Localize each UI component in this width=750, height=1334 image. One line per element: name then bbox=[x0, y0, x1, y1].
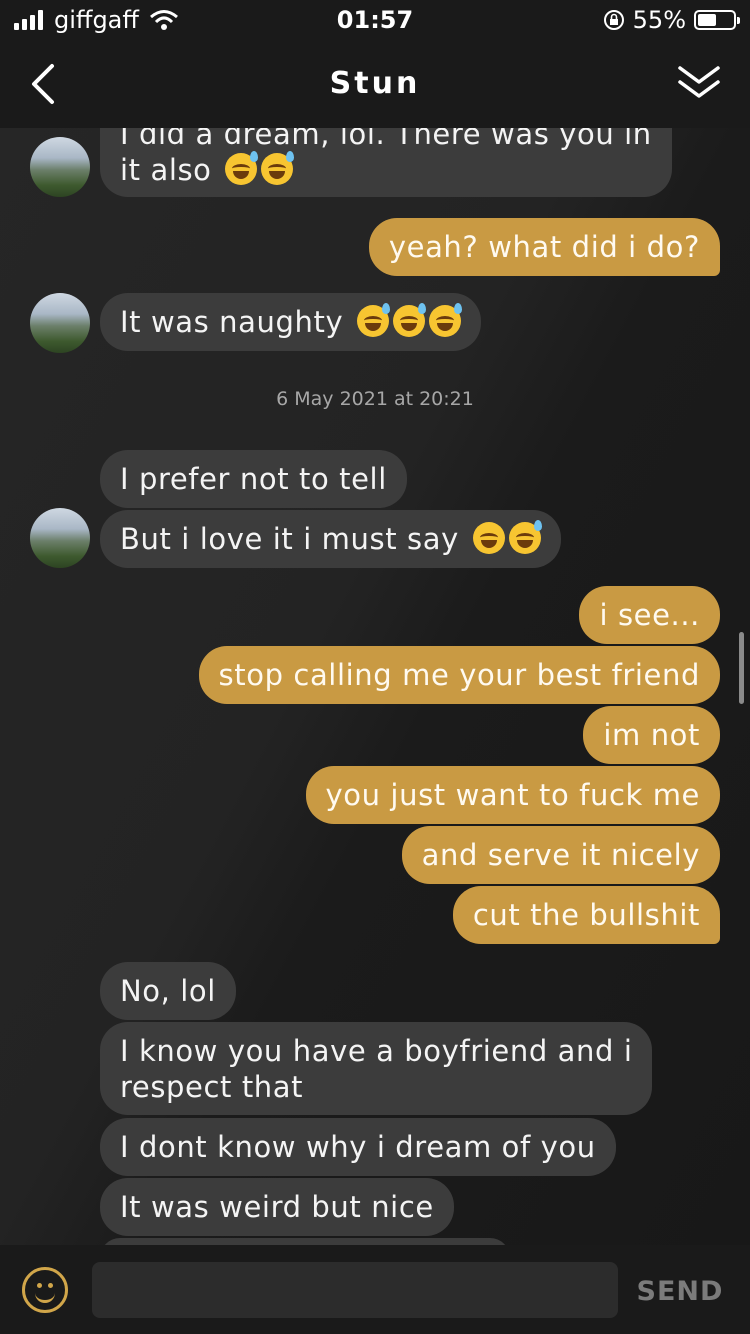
send-button[interactable]: SEND bbox=[630, 1271, 730, 1311]
message-bubble-outgoing[interactable]: im not bbox=[583, 706, 720, 764]
message-text-line: it also bbox=[120, 151, 652, 188]
message-text-line: respect that bbox=[120, 1070, 304, 1104]
message-bubble-outgoing[interactable]: i see... bbox=[579, 586, 720, 644]
avatar[interactable] bbox=[30, 508, 90, 568]
emoji-picker-icon[interactable] bbox=[22, 1267, 68, 1313]
orientation-lock-icon bbox=[603, 10, 624, 30]
grinning-sweat-emoji-icon bbox=[508, 520, 542, 554]
message-text: cut the bullshit bbox=[472, 898, 700, 932]
message-bubble-outgoing[interactable]: stop calling me your best friend bbox=[198, 646, 720, 704]
message-text: you just want to fuck me bbox=[325, 778, 700, 812]
battery-percent: 55% bbox=[632, 6, 686, 34]
nav-bar: Stun bbox=[0, 40, 750, 128]
double-chevron-down-icon[interactable] bbox=[676, 62, 722, 104]
message-bubble-outgoing[interactable]: yeah? what did i do? bbox=[368, 218, 720, 276]
message-list[interactable]: I did a dream, lol. There was you in it … bbox=[0, 128, 750, 1245]
message-bubble-incoming-partial[interactable] bbox=[100, 1238, 510, 1245]
message-text: No, lol bbox=[120, 974, 216, 1008]
message-bubble-outgoing[interactable]: and serve it nicely bbox=[401, 826, 720, 884]
message-text: It was naughty bbox=[120, 305, 344, 339]
avatar[interactable] bbox=[30, 137, 90, 197]
message-bubble-incoming[interactable]: I prefer not to tell bbox=[100, 450, 407, 508]
message-text: I dont know why i dream of you bbox=[120, 1130, 596, 1164]
message-bubble-incoming[interactable]: I know you have a boyfriend and i respec… bbox=[100, 1022, 653, 1115]
message-text: I know you have a boyfriend and i bbox=[120, 1034, 633, 1068]
message-text: stop calling me your best friend bbox=[218, 658, 700, 692]
status-right: 55% bbox=[603, 6, 740, 34]
message-bubble-outgoing[interactable]: cut the bullshit bbox=[452, 886, 720, 944]
message-text: But i love it i must say bbox=[120, 522, 459, 556]
scrollbar[interactable] bbox=[739, 632, 744, 704]
grinning-sweat-emoji-icon bbox=[225, 151, 259, 185]
message-text: It was weird but nice bbox=[120, 1190, 434, 1224]
smiling-emoji-icon bbox=[472, 522, 505, 554]
date-separator: 6 May 2021 at 20:21 bbox=[276, 388, 474, 410]
message-text: I prefer not to tell bbox=[120, 462, 387, 496]
message-bubble-incoming[interactable]: I did a dream, lol. There was you in it … bbox=[100, 128, 672, 197]
message-text: I did a dream, lol. There was you in bbox=[120, 128, 652, 151]
message-bubble-incoming[interactable]: It was weird but nice bbox=[100, 1178, 454, 1236]
grinning-sweat-emoji-icon bbox=[357, 303, 391, 337]
message-bubble-incoming[interactable]: No, lol bbox=[100, 962, 236, 1020]
status-bar: giffgaff 01:57 55% bbox=[0, 0, 750, 40]
message-bubble-outgoing[interactable]: you just want to fuck me bbox=[305, 766, 720, 824]
message-text: and serve it nicely bbox=[421, 838, 700, 872]
grinning-sweat-emoji-icon bbox=[429, 303, 463, 337]
grinning-sweat-emoji-icon bbox=[261, 151, 295, 185]
message-text: i see... bbox=[599, 598, 700, 632]
message-bubble-incoming[interactable]: It was naughty bbox=[100, 293, 482, 351]
message-bubble-incoming[interactable]: I dont know why i dream of you bbox=[100, 1118, 616, 1176]
message-input[interactable] bbox=[92, 1262, 618, 1318]
page-title: Stun bbox=[329, 66, 421, 101]
message-text: im not bbox=[603, 718, 700, 752]
battery-icon bbox=[694, 10, 740, 30]
message-bubble-incoming[interactable]: But i love it i must say bbox=[100, 510, 561, 568]
grinning-sweat-emoji-icon bbox=[393, 303, 427, 337]
avatar[interactable] bbox=[30, 293, 90, 353]
message-composer: SEND bbox=[0, 1245, 750, 1334]
message-text: yeah? what did i do? bbox=[388, 230, 700, 264]
